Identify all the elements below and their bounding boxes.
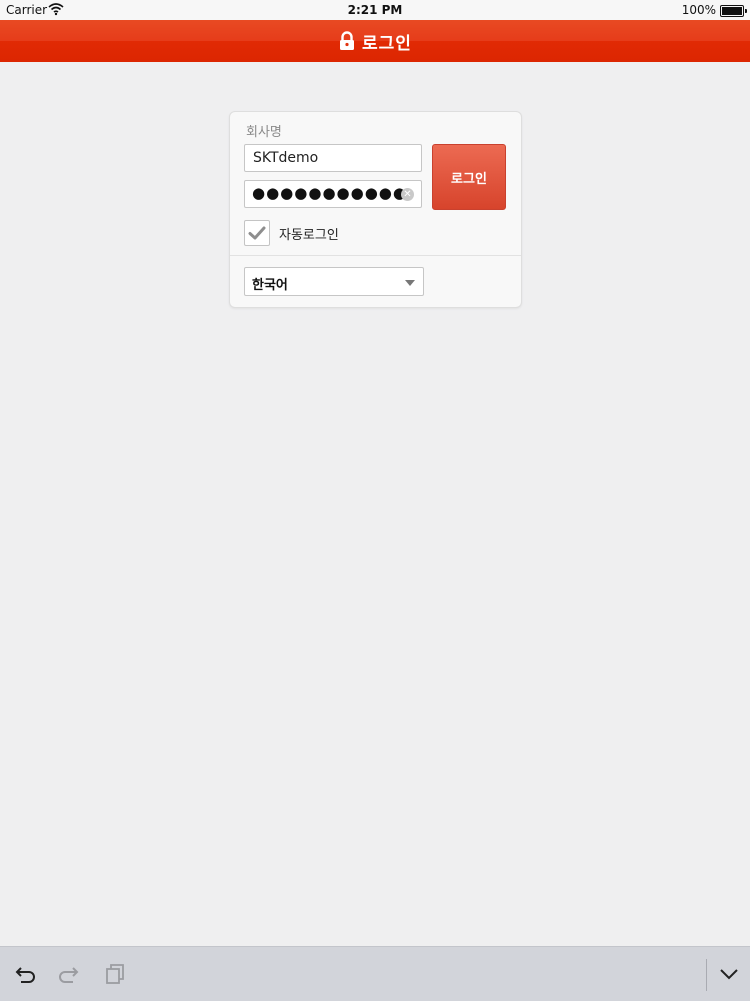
company-label: 회사명 [246,125,282,140]
auto-login-label: 자동로그인 [279,227,339,243]
lock-icon [338,31,356,51]
company-value: SKTdemo [253,150,319,166]
checkmark-icon [248,226,266,240]
password-value: ●●●●●●●●●●● [252,184,407,202]
title-bar: 로그인 [0,20,750,62]
page-title: 로그인 [362,33,412,54]
company-field[interactable]: SKTdemo [244,144,422,172]
language-value: 한국어 [252,278,288,293]
paste-icon[interactable] [102,961,128,987]
hide-keyboard-icon[interactable] [716,961,742,987]
password-field[interactable]: ●●●●●●●●●●● ✕ [244,180,422,208]
chevron-down-icon [405,280,415,286]
undo-icon[interactable] [12,961,38,987]
keyboard-toolbar [0,946,750,1001]
divider [230,255,521,256]
toolbar-separator [706,959,707,991]
clock: 2:21 PM [347,3,403,17]
auto-login-checkbox[interactable] [244,220,270,246]
login-button[interactable]: 로그인 [432,144,506,210]
status-bar: Carrier 2:21 PM 100% [0,0,750,20]
clear-icon[interactable]: ✕ [401,188,414,201]
battery-icon [720,5,747,17]
login-card: 회사명 SKTdemo ●●●●●●●●●●● ✕ 로그인 자동로그인 한국어 [229,111,522,308]
battery-percent: 100% [681,3,716,17]
redo-icon[interactable] [56,961,82,987]
language-select[interactable]: 한국어 [244,267,424,296]
auto-login-row[interactable]: 자동로그인 [244,219,339,247]
